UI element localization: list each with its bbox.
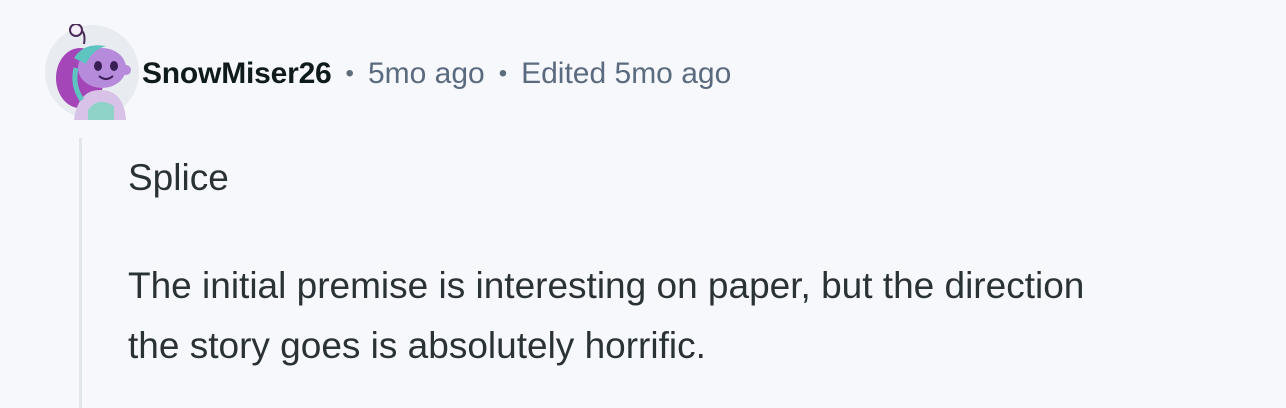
comment-body: Splice The initial premise is interestin… [128,148,1228,376]
comment-paragraph: Splice [128,157,229,198]
edited-label: Edited 5mo ago [521,57,732,90]
user-avatar[interactable] [44,23,140,120]
author-username[interactable]: SnowMiser26 [142,57,332,91]
comment-header: SnowMiser26 • 5mo ago • Edited 5mo ago [142,52,731,96]
meta-separator: • [345,60,354,87]
meta-separator: • [498,60,508,87]
comment: SnowMiser26 • 5mo ago • Edited 5mo ago S… [0,0,1286,408]
thread-line[interactable] [79,138,82,408]
posted-time[interactable]: 5mo ago [368,57,485,91]
comment-paragraph: The initial premise is interesting on pa… [128,265,1085,366]
snoo-avatar-icon [45,23,139,120]
